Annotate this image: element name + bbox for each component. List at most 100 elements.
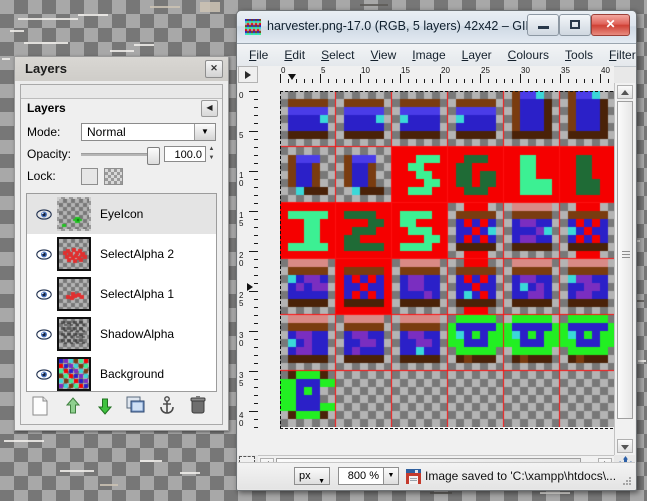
zoom-dropdown-icon[interactable]: ▼: [384, 467, 399, 485]
ruler-label: 25: [239, 291, 244, 308]
ruler-label: 10: [239, 171, 244, 188]
duplicate-layer-icon[interactable]: [126, 396, 148, 418]
menu-colours[interactable]: Colours: [500, 46, 557, 64]
layer-toolbar: [26, 394, 217, 420]
ruler-label: 30: [521, 66, 530, 75]
opacity-slider[interactable]: [81, 147, 160, 165]
layers-panel-label: Layers: [27, 101, 66, 115]
layers-dock-title: Layers: [25, 61, 67, 76]
ruler-label: 35: [239, 371, 244, 388]
ruler-label: 5: [321, 66, 326, 75]
menu-filters[interactable]: Filters: [601, 46, 636, 64]
layer-visibility-eye-icon[interactable]: [31, 208, 57, 220]
menu-view[interactable]: View: [362, 46, 404, 64]
ruler-tick: [520, 74, 521, 83]
lower-layer-icon[interactable]: [95, 396, 117, 418]
window-titlebar[interactable]: harvester.png-17.0 (RGB, 5 layers) 42x42…: [237, 11, 636, 44]
opacity-value-field[interactable]: 100.0: [164, 146, 206, 162]
opacity-stepper[interactable]: ▲ ▼: [207, 146, 216, 162]
raise-layer-icon[interactable]: [63, 396, 85, 418]
ruler-tick: [249, 131, 258, 132]
stepper-down-icon[interactable]: ▼: [207, 155, 216, 162]
ruler-tick: [440, 74, 441, 83]
new-layer-icon[interactable]: [31, 396, 53, 418]
mode-select[interactable]: Normal ▼: [81, 123, 216, 141]
mode-label: Mode:: [27, 125, 61, 139]
layer-name: Background: [100, 367, 165, 381]
close-button[interactable]: ✕: [591, 14, 630, 36]
maximize-button[interactable]: [559, 14, 591, 36]
ruler-label: 0: [281, 66, 286, 75]
wallpaper-mark: [110, 50, 134, 52]
menu-layer[interactable]: Layer: [454, 46, 500, 64]
scroll-up-button[interactable]: [617, 85, 633, 99]
layer-row[interactable]: EyeIcon: [27, 194, 216, 234]
ruler-tick: [249, 291, 258, 292]
ruler-tick: [320, 74, 321, 83]
vertical-scrollbar[interactable]: [614, 83, 635, 455]
ruler-label: 30: [239, 331, 244, 348]
delete-layer-icon[interactable]: [190, 396, 212, 418]
ruler-corner-button[interactable]: [238, 66, 258, 83]
wallpaper-mark: [134, 44, 154, 46]
vertical-ruler[interactable]: 0 5 10 15 20 25 30 35 40: [238, 83, 259, 455]
close-icon: ✕: [605, 17, 616, 31]
ruler-tick: [280, 74, 281, 83]
lock-row: Lock:: [21, 165, 222, 187]
vertical-scrollbar-thumb[interactable]: [617, 101, 633, 419]
stepper-up-icon[interactable]: ▲: [207, 146, 216, 153]
layer-name: SelectAlpha 1: [100, 287, 175, 301]
layer-row[interactable]: ShadowAlpha: [27, 314, 216, 354]
layer-visibility-eye-icon[interactable]: [31, 368, 57, 380]
layer-row[interactable]: Background: [27, 354, 216, 391]
ruler-tick: [249, 171, 258, 172]
wallpaper-mark: [60, 470, 94, 472]
ruler-label: 40: [601, 66, 610, 75]
wallpaper-mark: [18, 18, 78, 20]
minimize-icon: [537, 26, 549, 29]
ruler-label: 35: [561, 66, 570, 75]
menu-select[interactable]: Select: [313, 46, 362, 64]
lock-alpha-icon[interactable]: [104, 167, 123, 185]
layer-row[interactable]: SelectAlpha 1: [27, 274, 216, 314]
window-title: harvester.png-17.0 (RGB, 5 layers) 42x42…: [267, 19, 545, 33]
layers-dock-close-button[interactable]: ✕: [205, 60, 223, 78]
wallpaper-mark: [100, 484, 118, 486]
menu-edit[interactable]: Edit: [276, 46, 313, 64]
maximize-icon: [570, 20, 580, 29]
menu-image[interactable]: Image: [404, 46, 453, 64]
ruler-tick: [360, 74, 361, 83]
minimize-button[interactable]: [527, 14, 559, 36]
opacity-row: Opacity: 100.0 ▲ ▼: [21, 143, 222, 165]
lock-pixels-checkbox[interactable]: [81, 167, 98, 185]
canvas-viewport[interactable]: [258, 83, 614, 455]
resize-grip[interactable]: [622, 477, 632, 487]
menu-tools[interactable]: Tools: [557, 46, 601, 64]
anchor-layer-icon[interactable]: [158, 396, 180, 418]
ruler-tick: [480, 74, 481, 83]
image-canvas[interactable]: [280, 91, 614, 427]
horizontal-ruler[interactable]: 0 5 10 15 20 25 30 35 40: [258, 66, 614, 84]
ruler-label: 15: [401, 66, 410, 75]
layers-panel-header: Layers ◀: [21, 99, 222, 121]
layer-visibility-eye-icon[interactable]: [31, 328, 57, 340]
zoom-field[interactable]: 800 %: [338, 467, 384, 485]
ruler-tick: [249, 91, 258, 92]
layers-dock-titlebar[interactable]: Layers ✕: [15, 57, 228, 81]
dock-tabstrip[interactable]: [21, 85, 222, 99]
layer-visibility-eye-icon[interactable]: [31, 248, 57, 260]
floppy-save-icon: [406, 468, 421, 484]
wallpaper-mark: [78, 14, 108, 16]
opacity-slider-handle[interactable]: [147, 147, 160, 165]
layer-row[interactable]: SelectAlpha 2: [27, 234, 216, 274]
unit-select[interactable]: px ▼: [294, 467, 330, 485]
scroll-down-button[interactable]: [617, 439, 633, 453]
layer-list[interactable]: EyeIcon SelectAlpha 2 SelectAlpha 1 ShadowA…: [26, 193, 217, 392]
chevron-down-icon[interactable]: ▼: [194, 124, 215, 140]
layer-thumbnail: [57, 197, 91, 231]
layer-visibility-eye-icon[interactable]: [31, 288, 57, 300]
menu-file[interactable]: File: [241, 46, 276, 64]
tab-menu-icon[interactable]: ◀: [201, 100, 218, 117]
gimp-image-icon: [245, 19, 261, 35]
mode-row: Mode: Normal ▼: [21, 121, 222, 143]
